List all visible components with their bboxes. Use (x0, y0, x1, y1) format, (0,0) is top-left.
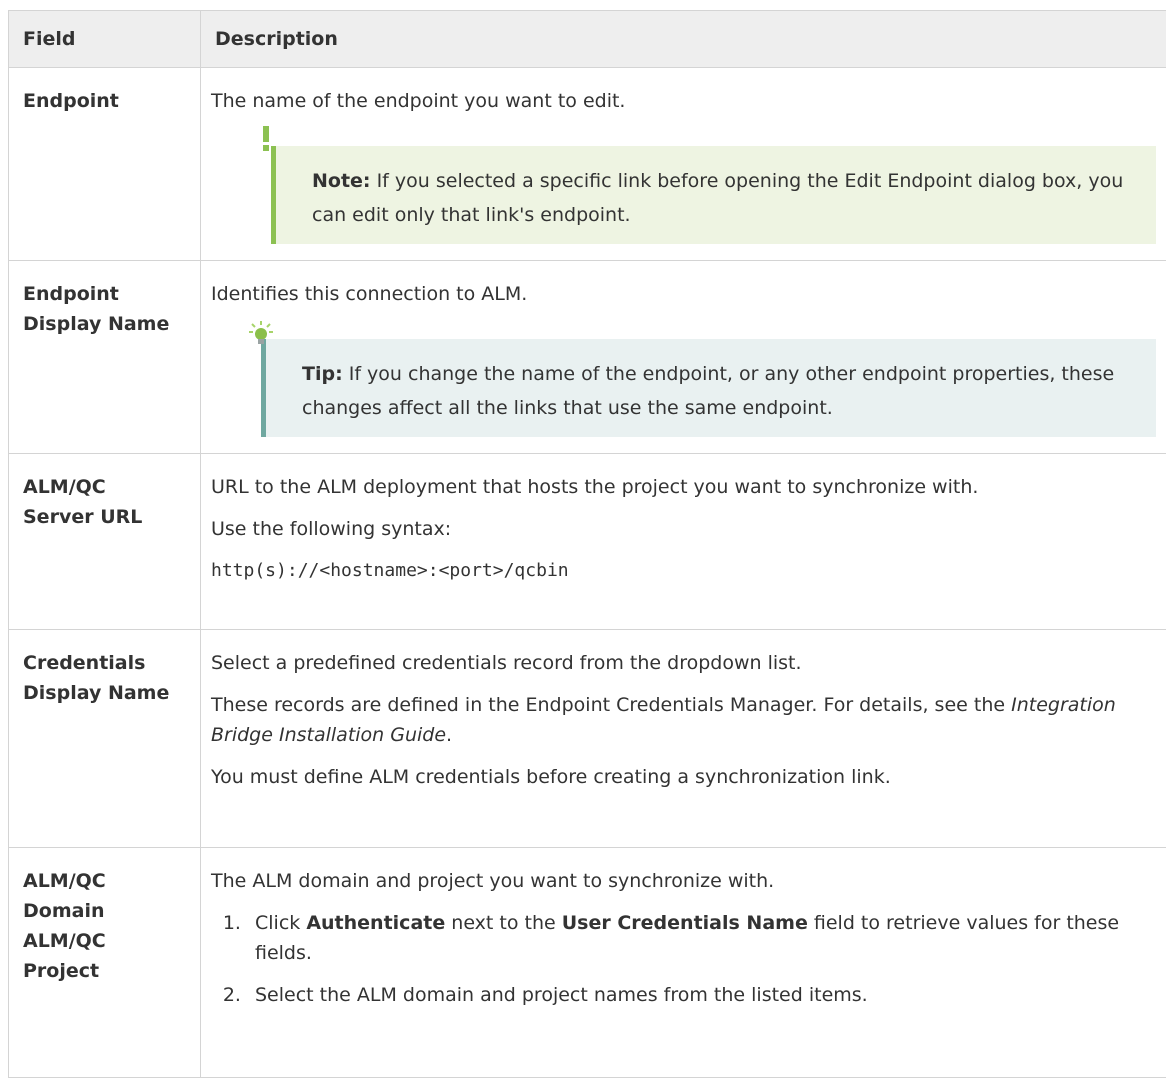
field-name-line: Server URL (23, 502, 188, 532)
description-text: Use the following syntax: (211, 514, 1156, 544)
note-text: If you selected a specific link before o… (312, 170, 1123, 226)
field-name-line: ALM/QC (23, 866, 188, 896)
table-row: ALM/QC Domain ALM/QC Project The ALM dom… (9, 848, 1166, 1078)
description-text: The ALM domain and project you want to s… (211, 866, 1156, 896)
user-credentials-name-ref: User Credentials Name (562, 912, 808, 934)
lightbulb-tip-icon (248, 321, 274, 356)
step-text: Click (255, 912, 306, 934)
description-text: Identifies this connection to ALM. (211, 279, 1156, 309)
description-cell: Identifies this connection to ALM. (201, 261, 1166, 454)
description-text-part: . (446, 724, 452, 746)
description-text: Select a predefined credentials record f… (211, 648, 1156, 678)
description-cell: Select a predefined credentials record f… (201, 630, 1166, 848)
field-name-line: Display Name (23, 678, 188, 708)
table-header-row: Field Description (9, 11, 1166, 68)
list-item: Click Authenticate next to the User Cred… (247, 908, 1156, 968)
field-name-line: ALM/QC (23, 926, 188, 956)
list-item: Select the ALM domain and project names … (247, 980, 1156, 1010)
field-name: Endpoint (23, 90, 119, 112)
authenticate-ref: Authenticate (306, 912, 445, 934)
table-row: Endpoint Display Name Identifies this co… (9, 261, 1166, 454)
header-description: Description (201, 11, 1166, 68)
field-name-line: Credentials (23, 648, 188, 678)
header-field: Field (9, 11, 201, 68)
table-row: ALM/QC Server URL URL to the ALM deploym… (9, 454, 1166, 630)
table-row: Credentials Display Name Select a predef… (9, 630, 1166, 848)
steps-list: Click Authenticate next to the User Cred… (211, 908, 1156, 1010)
tip-text: If you change the name of the endpoint, … (302, 363, 1114, 419)
field-name-line: Endpoint (23, 279, 188, 309)
description-cell: The name of the endpoint you want to edi… (201, 68, 1166, 261)
description-text-part: These records are defined in the Endpoin… (211, 694, 1011, 716)
url-syntax-code: http(s)://<hostname>:<port>/qcbin (211, 556, 1156, 586)
description-text: The name of the endpoint you want to edi… (211, 86, 1156, 116)
description-cell: The ALM domain and project you want to s… (201, 848, 1166, 1078)
field-name-line: ALM/QC (23, 472, 188, 502)
tip-label: Tip: (302, 363, 343, 385)
field-description-table: Field Description Endpoint The name of t… (8, 10, 1166, 1078)
description-cell: URL to the ALM deployment that hosts the… (201, 454, 1166, 630)
field-cell: Endpoint Display Name (9, 261, 201, 454)
note-label: Note: (312, 170, 371, 192)
step-text: next to the (445, 912, 562, 934)
description-text: URL to the ALM deployment that hosts the… (211, 472, 1156, 502)
exclamation-note-icon (262, 126, 270, 163)
description-text: These records are defined in the Endpoin… (211, 690, 1156, 750)
field-cell: ALM/QC Domain ALM/QC Project (9, 848, 201, 1078)
field-cell: ALM/QC Server URL (9, 454, 201, 630)
field-name-line: Project (23, 956, 188, 986)
description-text: You must define ALM credentials before c… (211, 762, 1156, 792)
field-cell: Endpoint (9, 68, 201, 261)
field-name-line: Display Name (23, 309, 188, 339)
table-row: Endpoint The name of the endpoint you wa… (9, 68, 1166, 261)
field-cell: Credentials Display Name (9, 630, 201, 848)
tip-callout: Tip: If you change the name of the endpo… (261, 339, 1156, 437)
note-callout: Note: If you selected a specific link be… (271, 146, 1156, 244)
field-name-line: Domain (23, 896, 188, 926)
